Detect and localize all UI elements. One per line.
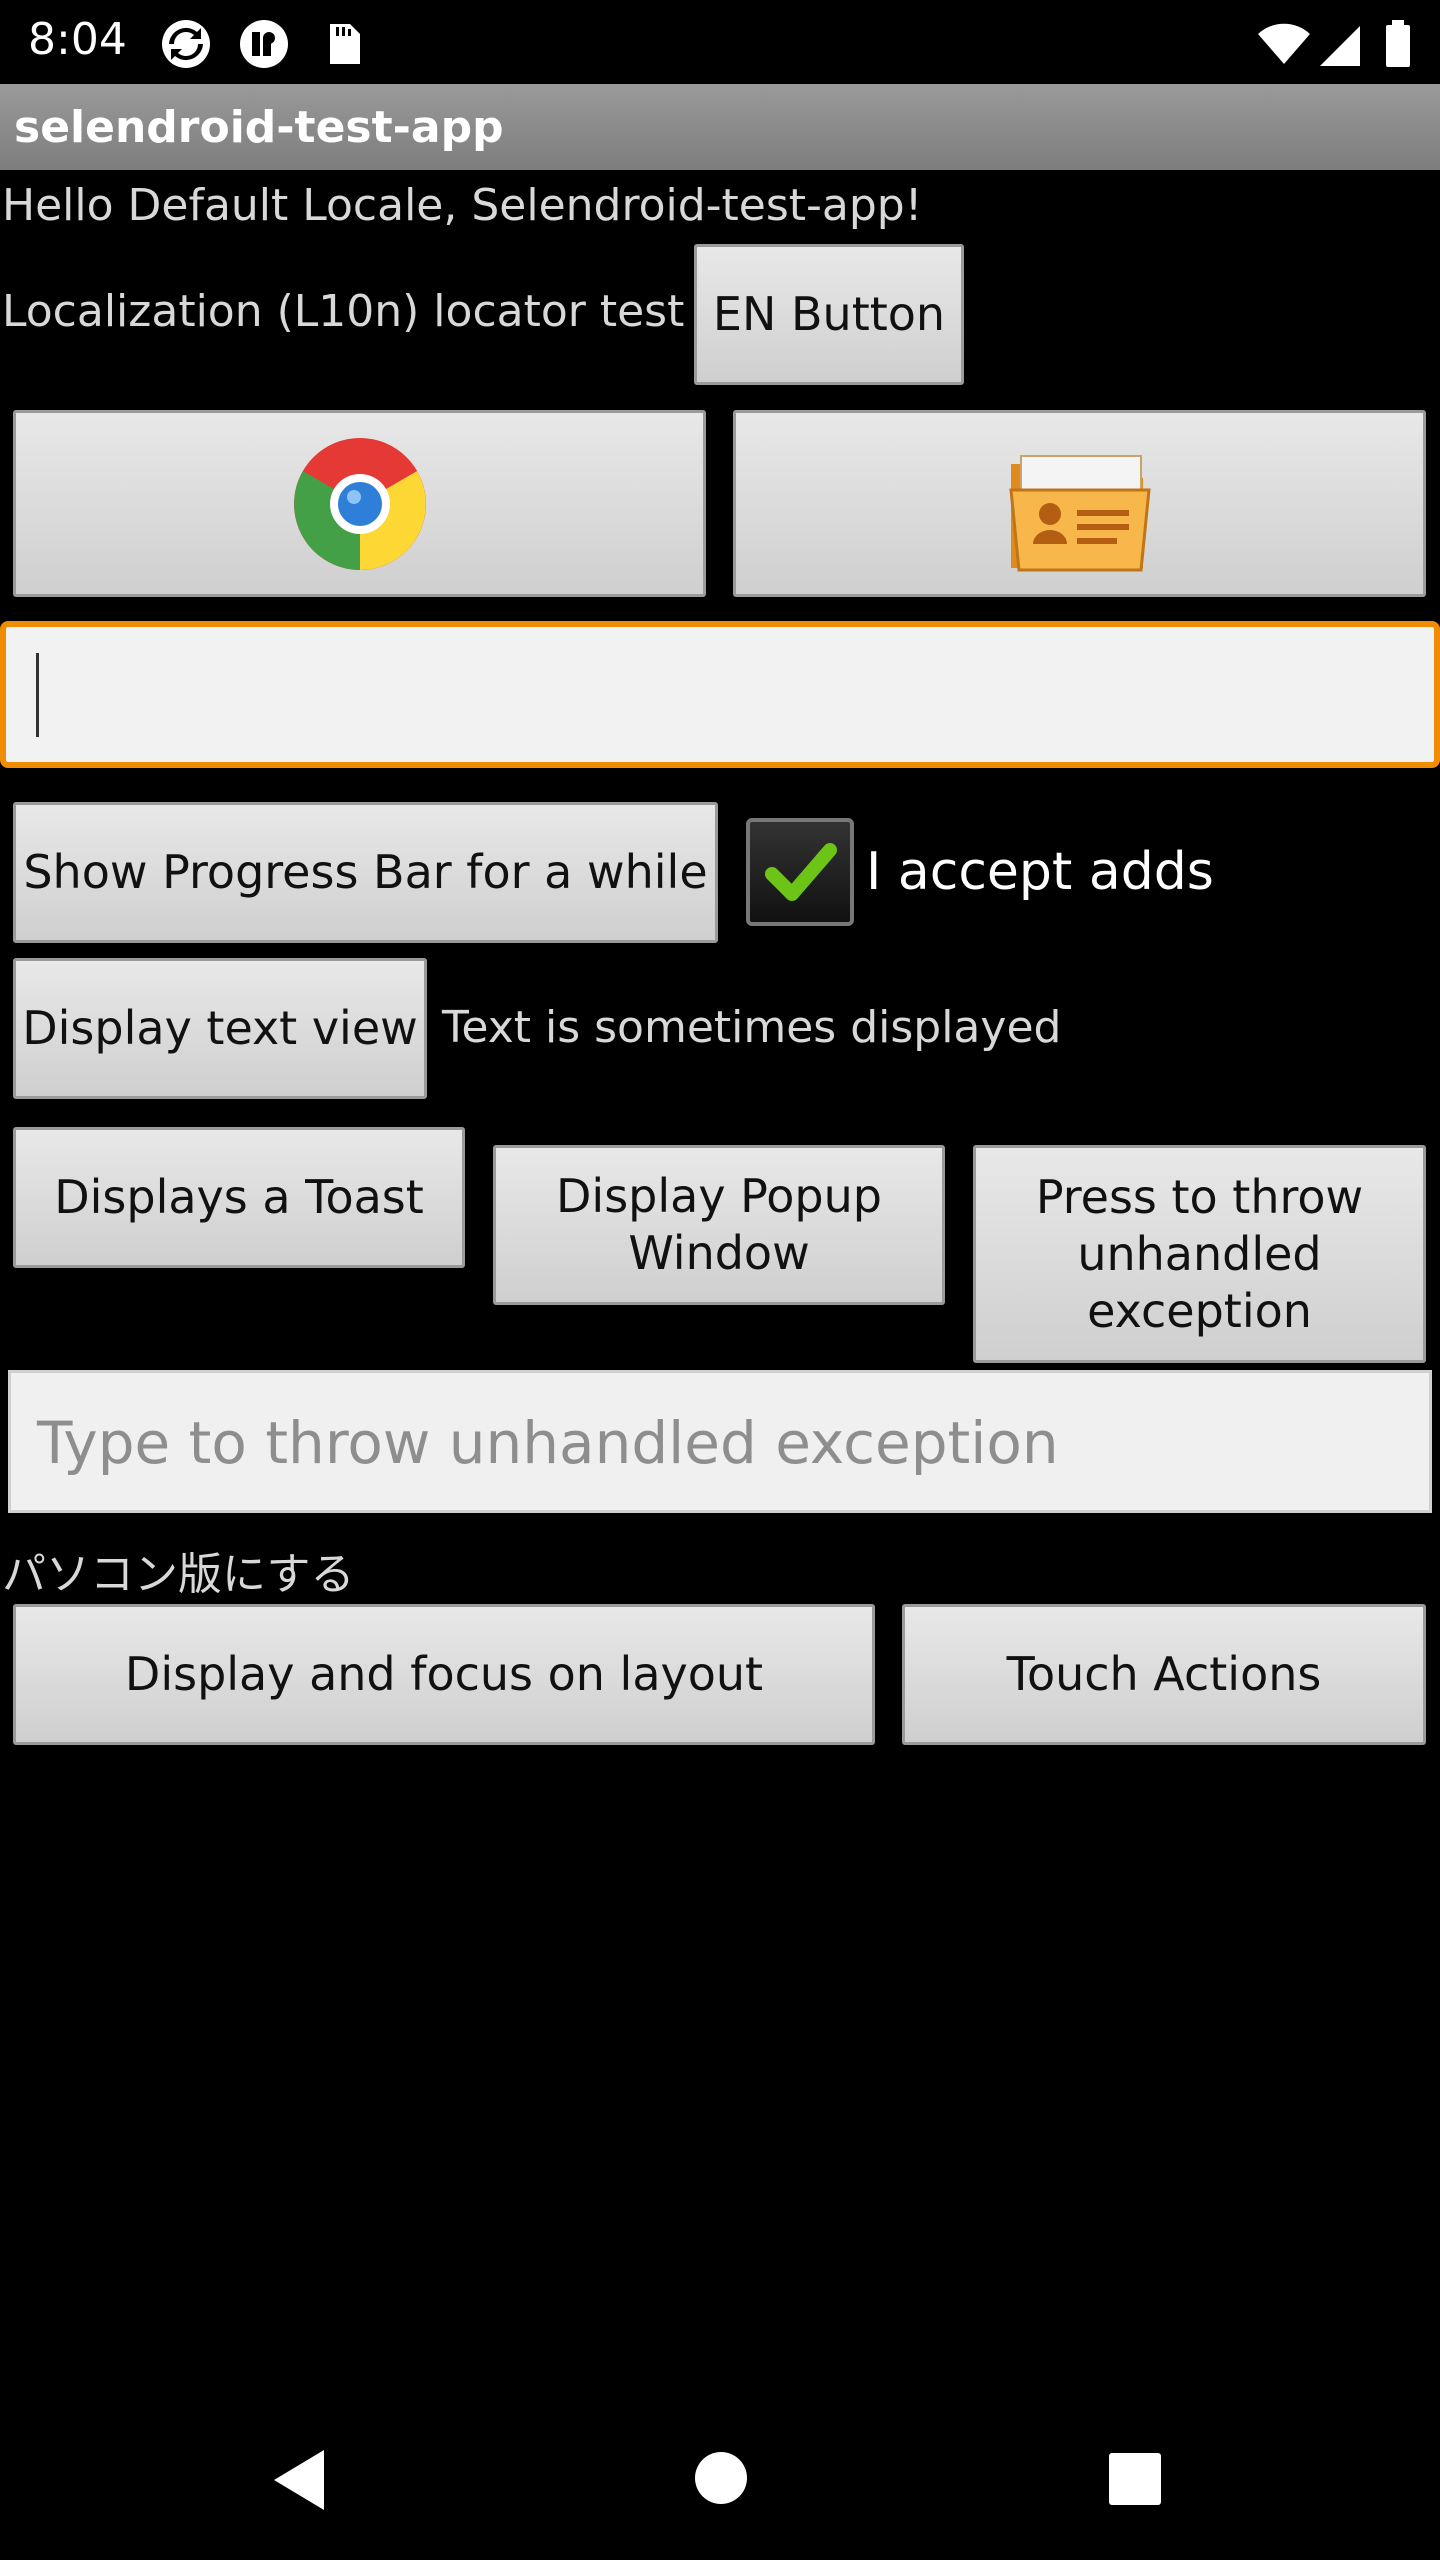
battery-icon (1386, 20, 1410, 67)
contacts-folder-icon (1008, 454, 1151, 571)
accept-label[interactable]: I accept adds (866, 842, 1214, 902)
chrome-button[interactable] (13, 410, 706, 597)
app-badge-icon (240, 20, 288, 68)
exception-input-placeholder: Type to throw unhandled exception (37, 1409, 1059, 1477)
back-icon[interactable] (270, 2448, 330, 2512)
sd-card-icon (330, 24, 360, 64)
action-bar: selendroid-test-app (0, 84, 1440, 170)
text-input[interactable] (0, 621, 1440, 768)
nav-bar (0, 2440, 1440, 2560)
touch-actions-button[interactable]: Touch Actions (902, 1604, 1426, 1745)
chrome-icon (293, 437, 426, 570)
wifi-icon (1258, 23, 1310, 64)
popup-window-button[interactable]: Display Popup Window (493, 1145, 945, 1305)
throw-exception-button[interactable]: Press to throw unhandled exception (973, 1145, 1426, 1363)
hello-text: Hello Default Locale, Selendroid-test-ap… (2, 180, 923, 231)
status-bar: 8:04 (0, 0, 1440, 84)
app-title: selendroid-test-app (14, 102, 504, 153)
recents-icon[interactable] (1108, 2452, 1162, 2506)
exception-input[interactable]: Type to throw unhandled exception (8, 1370, 1432, 1513)
cell-signal-icon (1320, 26, 1360, 66)
show-progress-button[interactable]: Show Progress Bar for a while (13, 802, 718, 943)
text-cursor (36, 653, 39, 737)
en-button[interactable]: EN Button (694, 244, 964, 385)
display-text-view-button[interactable]: Display text view (13, 958, 427, 1099)
focus-layout-button[interactable]: Display and focus on layout (13, 1604, 875, 1745)
checkmark-icon (765, 843, 837, 901)
toast-button[interactable]: Displays a Toast (13, 1127, 465, 1268)
sync-icon (162, 20, 210, 68)
status-time: 8:04 (28, 14, 127, 65)
home-icon[interactable] (693, 2450, 749, 2506)
contacts-button[interactable] (733, 410, 1426, 597)
japanese-text: パソコン版にする (2, 1549, 355, 1600)
l10n-label: Localization (L10n) locator test (2, 286, 685, 337)
accept-checkbox[interactable] (746, 818, 854, 926)
sometimes-displayed-text: Text is sometimes displayed (442, 1002, 1062, 1053)
